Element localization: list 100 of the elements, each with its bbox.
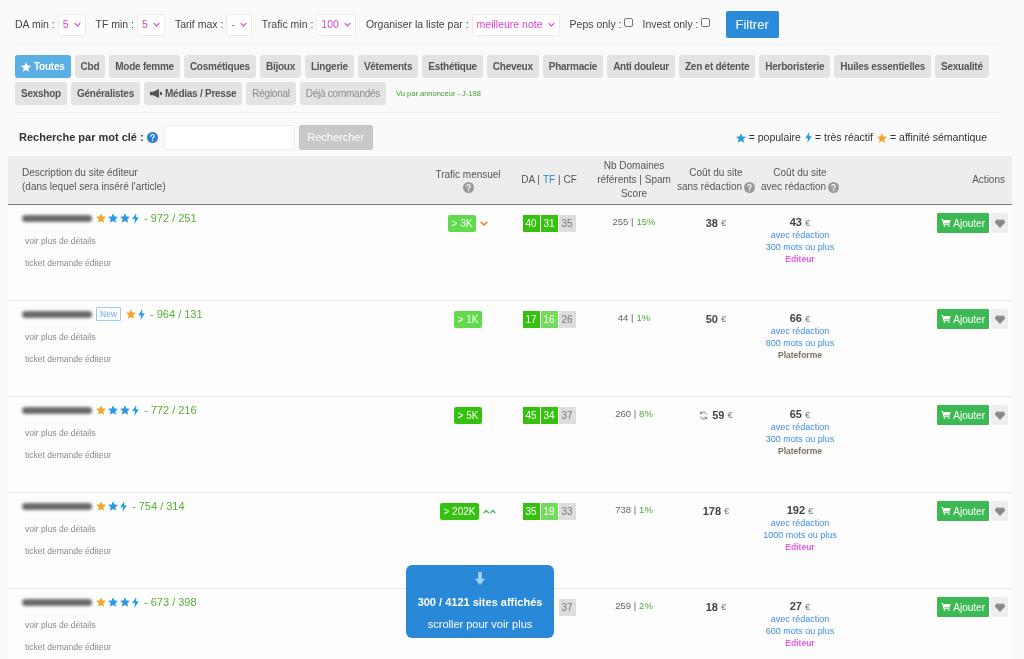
tf-badge: 34 xyxy=(540,407,558,424)
source-label: Plateforme xyxy=(778,445,822,457)
filter-button[interactable]: Filtrer xyxy=(725,11,779,38)
checkbox[interactable] xyxy=(623,17,633,27)
favorite-button[interactable] xyxy=(991,597,1008,617)
category-tab[interactable]: Sexualité xyxy=(935,55,989,78)
favorite-button[interactable] xyxy=(991,501,1008,521)
category-tab[interactable]: Cheveux xyxy=(486,55,539,78)
add-to-cart-button[interactable]: Ajouter xyxy=(937,309,989,329)
details-link[interactable]: voir plus de détails xyxy=(22,428,96,439)
filter-select[interactable]: 5 xyxy=(137,13,165,36)
cart-icon xyxy=(941,507,952,515)
details-link[interactable]: voir plus de détails xyxy=(22,524,96,535)
add-to-cart-button[interactable]: Ajouter xyxy=(937,501,989,521)
category-tab[interactable]: Zen et détente xyxy=(679,55,756,78)
favorite-button[interactable] xyxy=(991,405,1008,425)
da-badge: 17 xyxy=(522,311,540,328)
category-tab[interactable]: Médias / Presse xyxy=(144,82,243,105)
caret-icon xyxy=(343,22,351,27)
cf-badge: 26 xyxy=(558,311,576,328)
checkbox[interactable] xyxy=(700,17,710,27)
column-subheader: avec rédaction xyxy=(760,180,826,194)
column-header: Nb Domaines référents | Spam Score xyxy=(596,159,672,201)
ticket-link[interactable]: ticket demande éditeur xyxy=(22,354,111,365)
spam-score: 8% xyxy=(639,408,653,420)
category-tab[interactable]: Esthétique xyxy=(422,55,483,78)
category-tab[interactable]: Toutes xyxy=(15,55,71,78)
heart-icon xyxy=(994,218,1005,228)
category-tab[interactable]: Lingerie xyxy=(305,55,354,78)
heart-icon xyxy=(994,602,1005,612)
price-amount: 178 xyxy=(702,503,722,519)
refresh-icon xyxy=(699,410,709,420)
heart-icon xyxy=(994,314,1005,324)
column-header: Coût du site xyxy=(773,166,827,180)
tf-badge: 19 xyxy=(540,503,558,520)
column-header: DA | xyxy=(521,173,540,187)
column-sort-link[interactable]: TF xyxy=(542,173,556,187)
da-badge: 40 xyxy=(522,215,540,232)
writing-included-note: avec rédaction xyxy=(770,614,830,626)
price-amount: 65 xyxy=(789,409,802,421)
add-to-cart-button[interactable]: Ajouter xyxy=(937,597,989,617)
word-count-note: 800 mots ou plus xyxy=(765,337,835,349)
cart-icon xyxy=(941,411,952,419)
currency-symbol: € xyxy=(720,311,727,326)
writing-included-note: avec rédaction xyxy=(770,518,830,530)
category-tab[interactable]: Huiles essentielles xyxy=(834,55,932,78)
filter-select[interactable]: - xyxy=(226,13,252,36)
column-header: Coût du site xyxy=(689,166,743,180)
help-icon[interactable] xyxy=(462,181,474,193)
legend-label: = affinité sémantique xyxy=(890,129,987,145)
help-icon[interactable] xyxy=(146,132,158,143)
favorite-button[interactable] xyxy=(991,213,1008,233)
new-tag: New xyxy=(96,307,121,321)
currency-symbol: € xyxy=(804,409,811,421)
add-to-cart-button[interactable]: Ajouter xyxy=(937,213,989,233)
site-score: - 964 / 131 xyxy=(150,306,203,322)
add-to-cart-button[interactable]: Ajouter xyxy=(937,405,989,425)
price-amount: 192 xyxy=(786,505,806,517)
ticket-link[interactable]: ticket demande éditeur xyxy=(22,258,111,269)
ticket-link[interactable]: ticket demande éditeur xyxy=(22,450,111,461)
spam-score: 2% xyxy=(639,600,653,612)
ticket-link[interactable]: ticket demande éditeur xyxy=(22,642,111,653)
filter-label: Organiser la liste par : xyxy=(365,16,469,32)
filter-select[interactable]: meilleure note xyxy=(471,13,560,36)
word-count-note: 1000 mots ou plus xyxy=(763,529,837,541)
category-tab[interactable]: Sexshop xyxy=(15,82,67,105)
price-amount: 66 xyxy=(789,313,802,325)
site-score: - 673 / 398 xyxy=(144,594,197,610)
arrow-down-icon xyxy=(475,572,485,585)
help-icon[interactable] xyxy=(744,181,755,193)
details-link[interactable]: voir plus de détails xyxy=(22,236,96,247)
category-tab[interactable]: Vêtements xyxy=(357,55,419,78)
help-icon[interactable] xyxy=(828,181,839,193)
traffic-badge: > 5K xyxy=(453,407,483,424)
legend-label: = très réactif xyxy=(814,129,873,145)
category-tab[interactable]: Généralistes xyxy=(70,82,140,105)
category-tab[interactable]: Anti douleur xyxy=(607,55,675,78)
price-amount: 59 xyxy=(712,407,725,423)
checkbox-label: Peps only : xyxy=(569,16,622,32)
category-tab[interactable]: Herboristerie xyxy=(759,55,831,78)
checkbox-label: Invest only : xyxy=(642,16,699,32)
ticket-link[interactable]: ticket demande éditeur xyxy=(22,546,111,557)
category-tab[interactable]: Mode femme xyxy=(109,55,180,78)
column-header: Trafic mensuel xyxy=(435,167,501,182)
favorite-button[interactable] xyxy=(991,309,1008,329)
caret-icon xyxy=(73,22,81,27)
category-tab[interactable]: Cosmétiques xyxy=(183,55,256,78)
filter-select[interactable]: 100 xyxy=(316,13,356,36)
category-tab[interactable]: Cbd xyxy=(74,55,106,78)
category-tab[interactable]: Pharmacie xyxy=(542,55,604,78)
da-badge: 35 xyxy=(522,503,540,520)
currency-symbol: € xyxy=(727,407,733,422)
category-tab[interactable]: Bijoux xyxy=(259,55,301,78)
source-label: Editeur xyxy=(785,253,815,265)
filter-select[interactable]: 5 xyxy=(57,13,86,36)
caret-icon xyxy=(547,22,555,27)
details-link[interactable]: voir plus de détails xyxy=(22,620,96,631)
currency-symbol: € xyxy=(804,313,811,325)
details-link[interactable]: voir plus de détails xyxy=(22,332,96,343)
price-amount: 38 xyxy=(705,215,718,231)
